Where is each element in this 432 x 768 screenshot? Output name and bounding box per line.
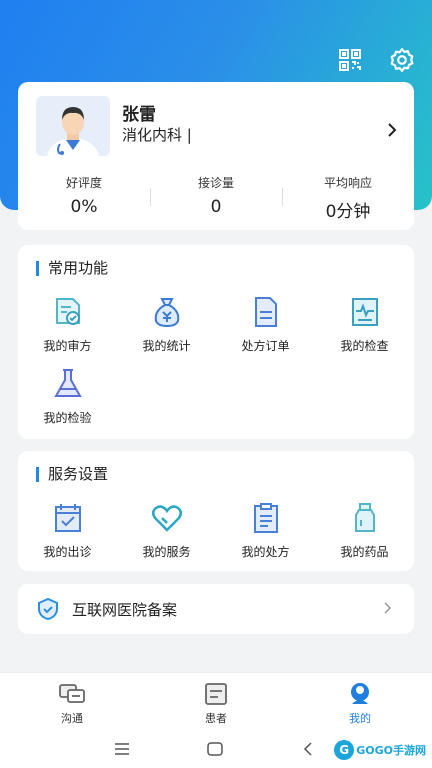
function-prescription-orders[interactable]: 处方订单	[216, 295, 315, 367]
chat-icon	[59, 684, 85, 703]
settings-gear-icon[interactable]	[388, 46, 416, 74]
menu-icon[interactable]	[114, 741, 130, 760]
function-my-exams[interactable]: 我的检查	[315, 295, 414, 367]
medicine-bottle-icon	[354, 503, 375, 532]
function-label: 我的统计	[142, 339, 191, 353]
function-grid: 我的审方 我的统计 处方订单 我的检查 我的检验	[18, 295, 414, 439]
function-my-lab-tests[interactable]: 我的检验	[18, 367, 117, 439]
shield-check-icon	[38, 597, 58, 621]
prescription-review-icon	[55, 298, 80, 325]
service-my-services[interactable]: 我的服务	[117, 501, 216, 573]
function-label: 我的检验	[43, 411, 92, 425]
home-icon[interactable]	[207, 741, 223, 760]
tab-label: 我的	[349, 712, 371, 725]
tab-label: 沟通	[61, 712, 83, 725]
function-label: 我的审方	[43, 339, 92, 353]
service-label: 我的处方	[241, 545, 290, 559]
function-label: 我的检查	[340, 339, 389, 353]
service-label: 我的药品	[340, 545, 389, 559]
stat-consultations: 接诊量 0	[150, 174, 282, 222]
chevron-right-icon[interactable]	[386, 122, 398, 142]
top-actions	[336, 46, 416, 74]
calendar-check-icon	[54, 504, 81, 532]
flask-icon	[53, 369, 82, 397]
bottom-tab-bar: 沟通 患者 我的	[0, 672, 432, 732]
function-label: 处方订单	[241, 339, 290, 353]
qr-code-icon[interactable]	[336, 46, 364, 74]
common-functions-card: 常用功能 我的审方 我的统计 处方订单 我的检查 我的检验	[18, 245, 414, 439]
function-my-review[interactable]: 我的审方	[18, 295, 117, 367]
watermark-text: GOGO手游网	[356, 744, 426, 757]
tab-mine[interactable]: 我的	[288, 673, 432, 732]
service-label: 我的出诊	[43, 545, 92, 559]
patient-list-icon	[205, 683, 227, 705]
function-my-stats[interactable]: 我的统计	[117, 295, 216, 367]
clipboard-icon	[253, 503, 278, 533]
tab-communication[interactable]: 沟通	[0, 673, 144, 732]
heart-icon	[151, 505, 182, 532]
stat-label: 平均响应	[323, 176, 372, 190]
back-icon[interactable]	[302, 741, 314, 760]
money-bag-icon	[154, 298, 179, 328]
stat-label: 好评度	[65, 176, 102, 190]
stat-value: 0分钟	[325, 202, 371, 222]
watermark-icon: G	[334, 740, 355, 760]
service-label: 我的服务	[142, 545, 191, 559]
doctor-name: 张雷	[122, 105, 156, 125]
stat-response-time: 平均响应 0分钟	[282, 174, 414, 222]
service-grid: 我的出诊 我的服务 我的处方 我的药品	[18, 501, 414, 573]
stat-label: 接诊量	[197, 176, 234, 190]
document-icon	[254, 297, 277, 327]
stat-rating: 好评度 0%	[18, 174, 150, 222]
tab-label: 患者	[205, 712, 227, 725]
doctor-department: 消化内科 |	[122, 126, 192, 144]
chevron-right-icon	[382, 600, 392, 619]
tab-patients[interactable]: 患者	[144, 673, 288, 732]
service-settings-card: 服务设置 我的出诊 我的服务 我的处方 我的药品	[18, 451, 414, 571]
user-profile-icon	[351, 683, 369, 704]
doctor-avatar	[36, 96, 110, 156]
section-title: 服务设置	[36, 467, 108, 482]
watermark-logo: G GOGO手游网	[334, 740, 426, 760]
service-my-consultation[interactable]: 我的出诊	[18, 501, 117, 573]
stat-value: 0	[210, 197, 222, 217]
stat-value: 0%	[70, 197, 98, 217]
hospital-record-row[interactable]: 互联网医院备案	[18, 584, 414, 634]
ecg-report-icon	[351, 298, 378, 326]
doctor-stats: 好评度 0% 接诊量 0 平均响应 0分钟	[18, 174, 414, 222]
profile-card[interactable]: 张雷 消化内科 | 好评度 0% 接诊量 0 平均响应 0分钟	[18, 82, 414, 230]
hospital-record-label: 互联网医院备案	[72, 600, 178, 619]
service-my-medicines[interactable]: 我的药品	[315, 501, 414, 573]
service-my-prescriptions[interactable]: 我的处方	[216, 501, 315, 573]
section-title: 常用功能	[36, 261, 108, 276]
